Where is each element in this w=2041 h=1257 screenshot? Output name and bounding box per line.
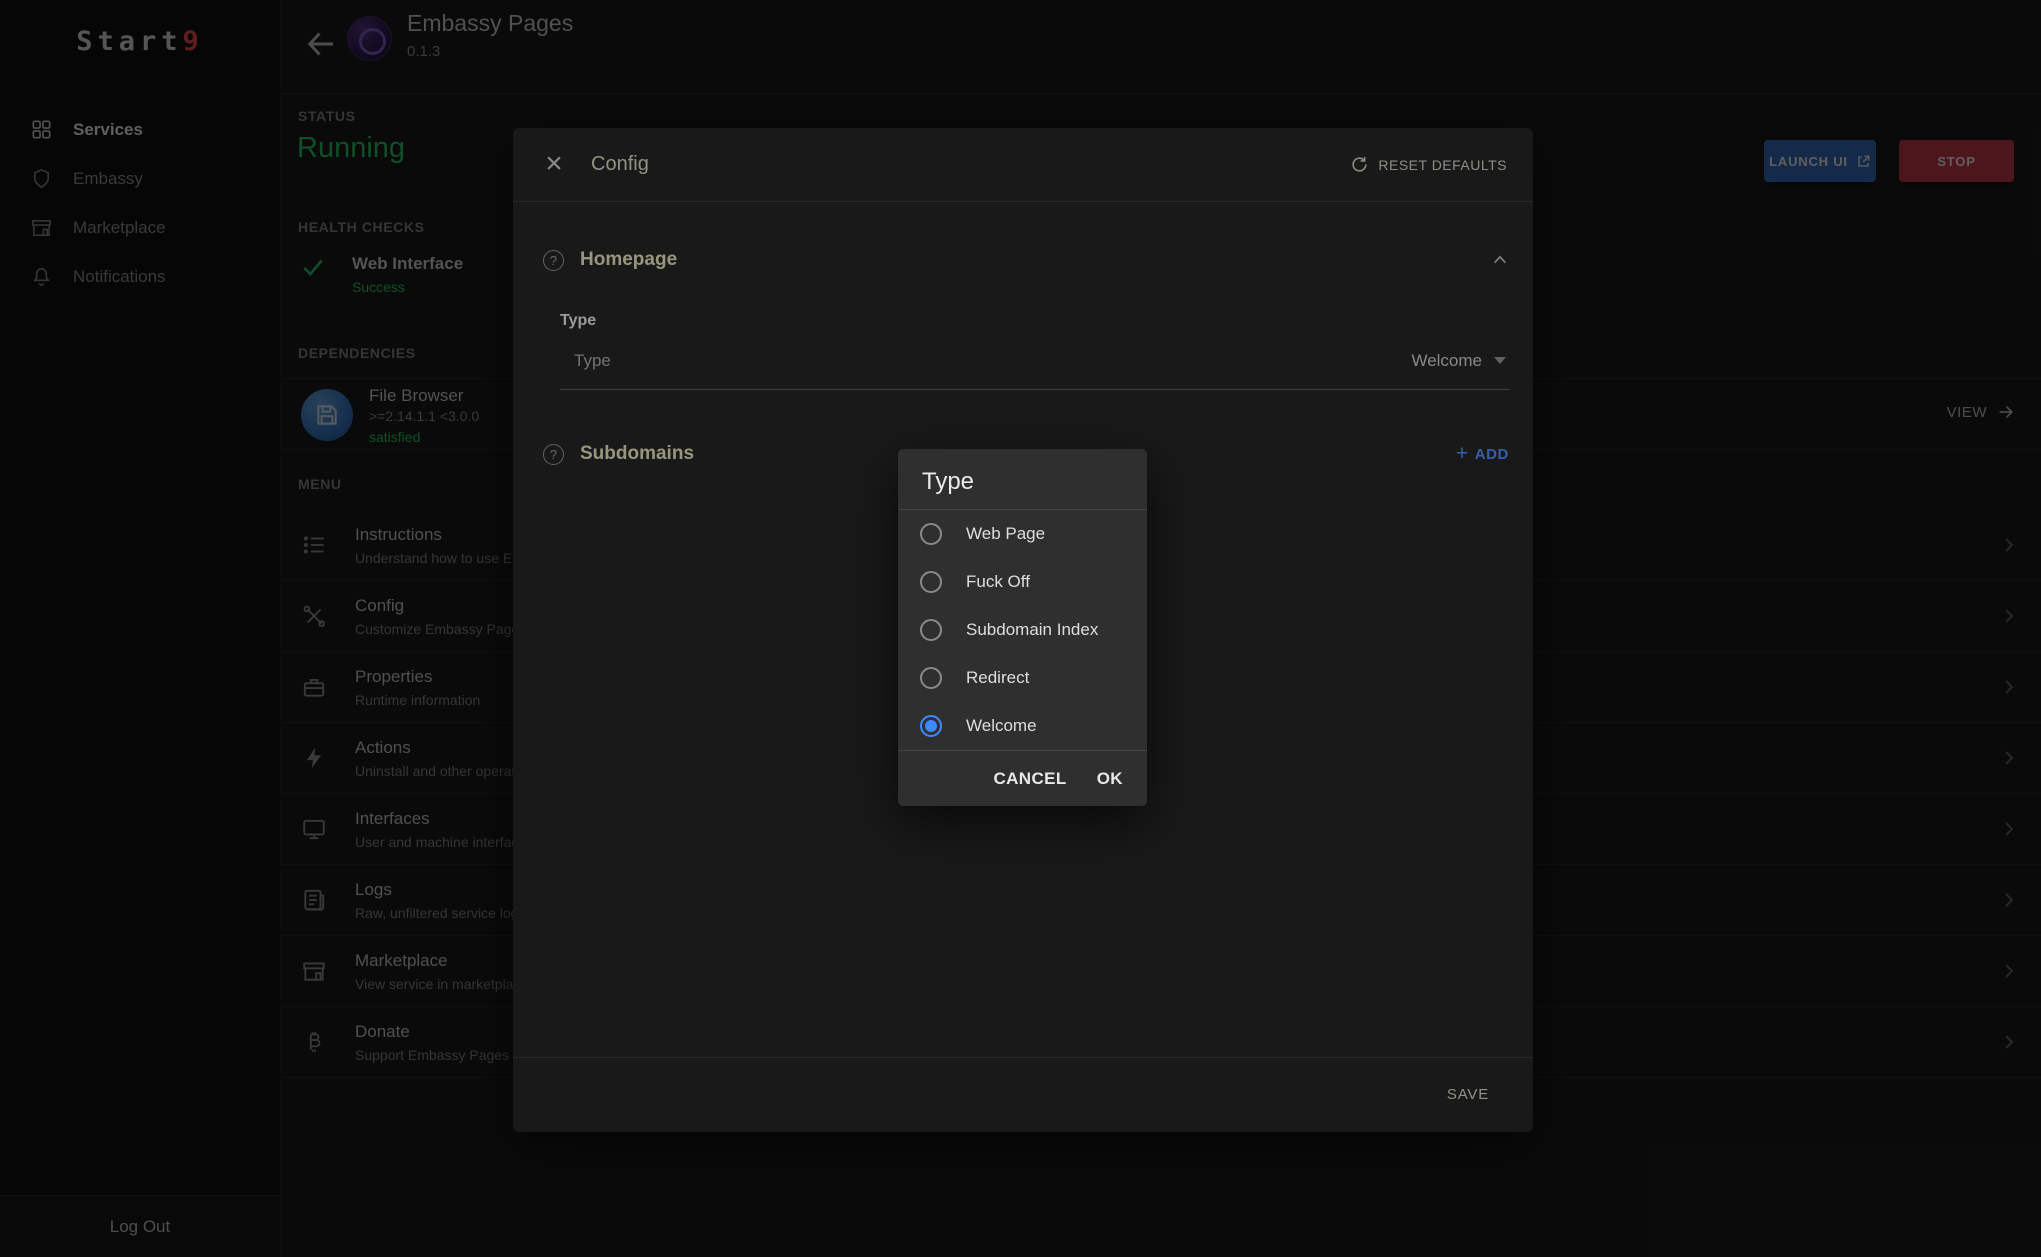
type-options-list: Web Page Fuck Off Subdomain Index Redire… [898,510,1147,750]
radio-icon [920,667,942,689]
radio-option-label: Welcome [966,716,1037,736]
type-dialog-header: Type [898,449,1147,510]
radio-icon [920,523,942,545]
type-dialog-title: Type [922,468,1123,496]
type-dialog: Type Web Page Fuck Off Subdomain Index R… [898,449,1147,806]
ok-button[interactable]: OK [1097,769,1123,789]
radio-option-label: Web Page [966,524,1045,544]
type-dialog-footer: CANCEL OK [898,750,1147,806]
radio-icon [920,571,942,593]
radio-option-subdomain-index[interactable]: Subdomain Index [898,606,1147,654]
radio-option-label: Subdomain Index [966,620,1098,640]
radio-option-fuck-off[interactable]: Fuck Off [898,558,1147,606]
screen: Start9 Services Embassy Marketplace Noti… [0,0,2041,1257]
radio-icon [920,715,942,737]
radio-icon [920,619,942,641]
radio-option-label: Fuck Off [966,572,1030,592]
radio-option-label: Redirect [966,668,1029,688]
radio-option-welcome[interactable]: Welcome [898,702,1147,750]
radio-option-redirect[interactable]: Redirect [898,654,1147,702]
radio-option-web-page[interactable]: Web Page [898,510,1147,558]
cancel-button[interactable]: CANCEL [993,769,1066,789]
